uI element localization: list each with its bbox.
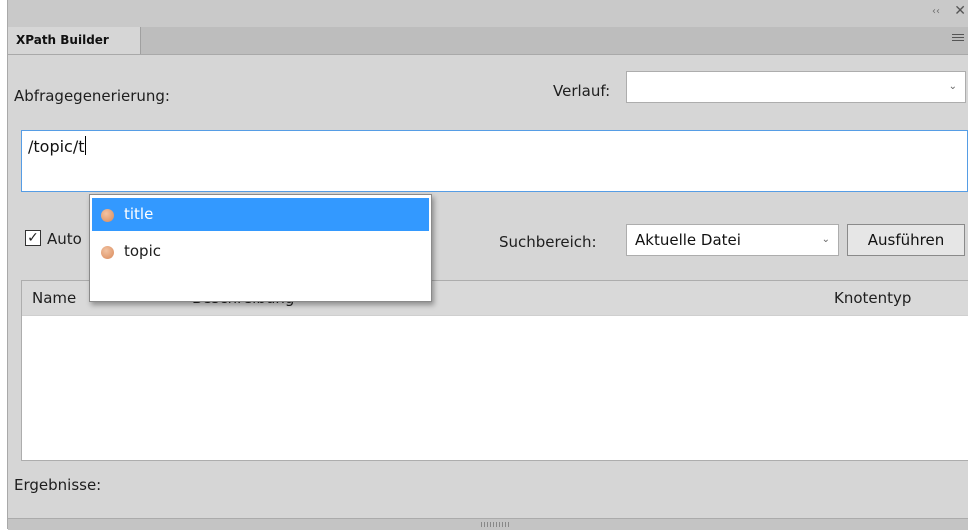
tab-xpath-builder[interactable]: XPath Builder xyxy=(8,27,141,54)
close-icon[interactable]: ✕ xyxy=(954,3,966,19)
column-header-node-type[interactable]: Knotentyp xyxy=(834,289,911,307)
autocomplete-item-label: topic xyxy=(124,242,161,260)
auto-checkbox[interactable]: ✓ xyxy=(25,230,41,246)
autocomplete-popup: title topic xyxy=(89,194,432,302)
collapse-icon[interactable]: ‹‹ xyxy=(932,6,940,17)
scope-value: Aktuelle Datei xyxy=(635,231,741,249)
history-dropdown[interactable]: ⌄ xyxy=(626,71,966,103)
history-label: Verlauf: xyxy=(553,82,611,100)
query-text: /topic/t xyxy=(28,137,85,156)
text-caret xyxy=(84,136,86,155)
panel-menu-icon[interactable] xyxy=(952,34,964,43)
scope-label: Suchbereich: xyxy=(499,233,597,251)
panel-titlebar: ‹‹ ✕ xyxy=(8,0,968,28)
autocomplete-item-label: title xyxy=(124,205,154,223)
results-table: Name Beschreibung Knotentyp xyxy=(21,280,968,461)
chevron-down-icon: ⌄ xyxy=(821,234,830,245)
autocomplete-item-topic[interactable]: topic xyxy=(92,235,429,268)
element-icon xyxy=(101,246,114,259)
panel-tabstrip: XPath Builder xyxy=(8,27,968,55)
resize-grip-icon[interactable] xyxy=(481,522,511,527)
execute-button[interactable]: Ausführen xyxy=(847,224,965,256)
column-header-name[interactable]: Name xyxy=(32,289,76,307)
query-input[interactable]: /topic/t xyxy=(21,130,968,192)
auto-checkbox-label: Auto xyxy=(47,230,82,248)
scope-dropdown[interactable]: Aktuelle Datei ⌄ xyxy=(626,224,839,256)
autocomplete-item-title[interactable]: title xyxy=(92,198,429,231)
element-icon xyxy=(101,209,114,222)
query-label: Abfragegenerierung: xyxy=(14,87,170,105)
chevron-down-icon: ⌄ xyxy=(948,81,957,92)
resize-bar[interactable] xyxy=(8,518,968,530)
results-label: Ergebnisse: xyxy=(14,476,102,494)
